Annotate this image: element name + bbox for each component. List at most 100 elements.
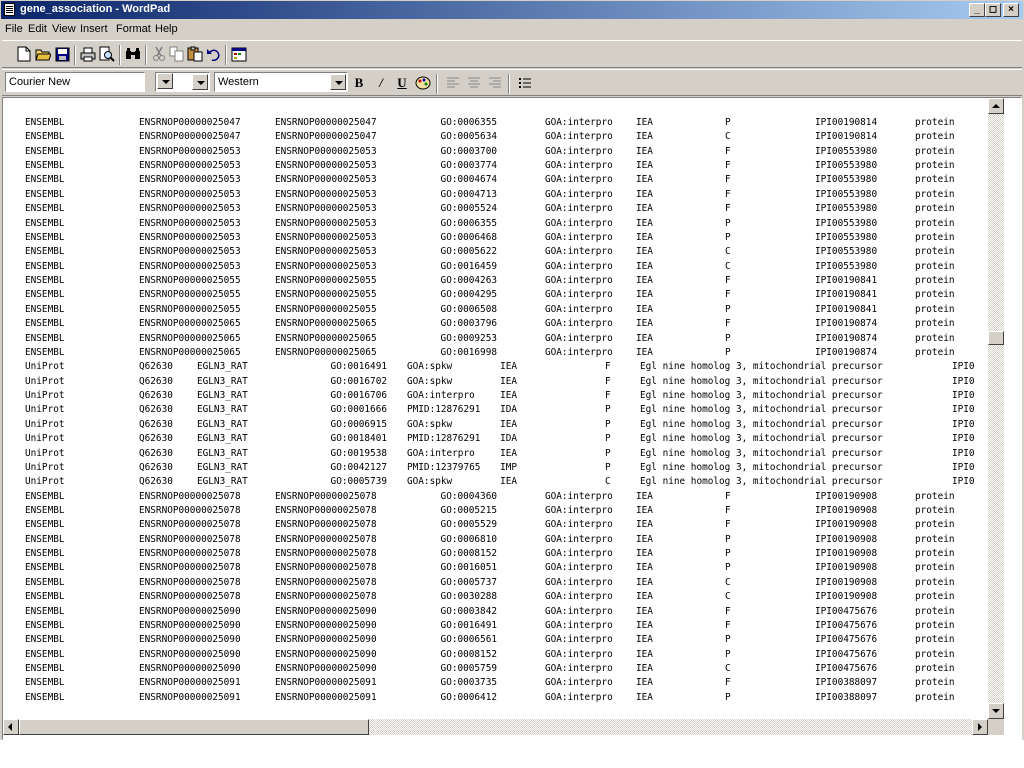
menu-file[interactable]: File — [5, 23, 23, 35]
line-field: GOA:interpro — [545, 634, 613, 646]
line-field: ENSRNOP00000025090 — [139, 663, 241, 675]
line-field: GO:0042127 — [330, 461, 387, 473]
scroll-left-icon[interactable] — [3, 719, 19, 735]
line-field: GO:0006561 — [440, 634, 497, 646]
menu-help[interactable]: Help — [155, 23, 178, 35]
line-field: protein — [915, 318, 955, 330]
line-field: IPI00553980 — [815, 246, 878, 258]
vertical-scrollbar[interactable] — [988, 98, 1004, 719]
document-line: ENSEMBL ENSRNOP00000025053 ENSRNOP00000025… — [25, 146, 988, 158]
open-folder-icon[interactable] — [34, 45, 52, 63]
line-field: UniProt — [25, 418, 65, 430]
line-field: ENSRNOP00000025078 — [139, 519, 241, 531]
horizontal-scrollbar[interactable] — [3, 719, 988, 735]
line-field: Q62630 — [139, 375, 173, 387]
document-line: ENSEMBL ENSRNOP00000025065 ENSRNOP00000025… — [25, 347, 988, 359]
minimize-button[interactable]: _ — [969, 3, 985, 17]
line-field: GO:0003796 — [440, 318, 497, 330]
align-left-icon[interactable] — [442, 73, 464, 93]
line-field: GOA:interpro — [545, 332, 613, 344]
font-script-combo[interactable]: Western — [214, 72, 348, 92]
line-field: GOA:interpro — [545, 117, 613, 128]
scroll-right-icon[interactable] — [972, 719, 988, 735]
line-field: ENSRNOP00000025065 — [139, 318, 241, 330]
bullets-icon[interactable] — [514, 73, 536, 93]
line-field: IEA — [636, 519, 653, 531]
align-center-icon[interactable] — [463, 73, 485, 93]
print-preview-icon[interactable] — [98, 45, 116, 63]
line-field: ENSRNOP00000025078 — [139, 490, 241, 502]
copy-icon[interactable] — [168, 45, 186, 63]
line-field: ENSRNOP00000025090 — [275, 648, 377, 660]
line-field: GOA:interpro — [545, 490, 613, 502]
line-field: GO:0004295 — [440, 289, 497, 301]
line-field: ENSEMBL — [25, 648, 65, 660]
line-field: protein — [915, 145, 955, 157]
align-right-icon[interactable] — [484, 73, 506, 93]
line-field: ENSRNOP00000025078 — [139, 591, 241, 603]
size-grip — [988, 719, 1004, 735]
line-field: C — [725, 591, 731, 603]
document-line: UniProt Q62630 EGLN3_RAT GO:0019538 GOA:inte… — [25, 448, 988, 460]
horizontal-scroll-thumb[interactable] — [19, 719, 369, 735]
line-field: ENSRNOP00000025047 — [275, 131, 377, 143]
line-field: F — [725, 619, 731, 631]
line-field: GOA:interpro — [545, 346, 613, 358]
chevron-down-icon[interactable] — [330, 74, 346, 90]
line-field: IPI00190908 — [815, 576, 878, 588]
line-field: IPI00475676 — [815, 648, 878, 660]
line-field: P — [725, 634, 731, 646]
underline-icon[interactable]: U — [391, 73, 413, 93]
line-field: IEA — [636, 677, 653, 689]
undo-icon[interactable] — [204, 45, 222, 63]
line-field: protein — [915, 260, 955, 272]
line-field: Q62630 — [139, 361, 173, 373]
new-document-icon[interactable] — [15, 45, 33, 63]
line-field: EGLN3_RAT — [197, 361, 248, 373]
document-line: ENSEMBL ENSRNOP00000025055 ENSRNOP00000025… — [25, 275, 988, 287]
menu-format[interactable]: Format — [116, 23, 151, 35]
menu-edit[interactable]: Edit — [28, 23, 47, 35]
color-palette-icon[interactable] — [412, 73, 434, 93]
insert-date-time-icon[interactable] — [230, 45, 248, 63]
line-field: protein — [915, 332, 955, 344]
document-line: ENSEMBL ENSRNOP00000025078 ENSRNOP00000025… — [25, 548, 988, 560]
menu-view[interactable]: View — [52, 23, 76, 35]
maximize-button[interactable]: ◻ — [985, 3, 1001, 17]
document-line: ENSEMBL ENSRNOP00000025053 ENSRNOP00000025… — [25, 160, 988, 172]
find-binoculars-icon[interactable] — [124, 45, 142, 63]
document-line: ENSEMBL ENSRNOP00000025053 ENSRNOP00000025… — [25, 174, 988, 186]
chevron-down-icon[interactable] — [192, 74, 208, 90]
scroll-down-icon[interactable] — [988, 703, 1004, 719]
cut-scissors-icon[interactable] — [150, 45, 168, 63]
line-field: ENSRNOP00000025078 — [139, 548, 241, 560]
wordpad-document-icon[interactable] — [4, 3, 15, 16]
line-field: ENSEMBL — [25, 203, 65, 215]
vertical-scroll-thumb[interactable] — [988, 331, 1004, 345]
close-button[interactable]: × — [1003, 3, 1019, 17]
scroll-up-icon[interactable] — [988, 98, 1004, 114]
document-text-area[interactable]: ENSEMBL ENSRNOP00000025047 ENSRNOP00000025… — [25, 117, 988, 709]
line-field: P — [725, 217, 731, 229]
line-field: ENSRNOP00000025078 — [275, 576, 377, 588]
paste-clipboard-icon[interactable] — [186, 45, 204, 63]
toolbar-separator — [225, 45, 227, 65]
save-disk-icon[interactable] — [53, 45, 71, 63]
line-field: GOA:spkw — [407, 476, 453, 488]
title-bar[interactable]: gene_association - WordPad _ ◻ × — [1, 1, 1023, 19]
document-line: ENSEMBL ENSRNOP00000025078 ENSRNOP00000025… — [25, 505, 988, 517]
line-field: IEA — [636, 619, 653, 631]
bold-icon[interactable]: B — [348, 73, 370, 93]
italic-icon[interactable]: / — [370, 73, 392, 93]
line-field: F — [725, 275, 731, 287]
line-field: Egl nine homolog 3, mitochondrial precur… — [640, 461, 883, 473]
line-field: GO:0016459 — [440, 260, 497, 272]
line-field: ENSRNOP00000025053 — [275, 260, 377, 272]
document-line: UniProt Q62630 EGLN3_RAT GO:0018401 PMID:128… — [25, 433, 988, 445]
line-field: ENSRNOP00000025053 — [275, 217, 377, 229]
line-field: ENSRNOP00000025065 — [139, 332, 241, 344]
document-line: ENSEMBL ENSRNOP00000025078 ENSRNOP00000025… — [25, 534, 988, 546]
print-icon[interactable] — [79, 45, 97, 63]
menu-insert[interactable]: Insert — [80, 23, 108, 35]
chevron-down-icon[interactable] — [157, 73, 173, 89]
